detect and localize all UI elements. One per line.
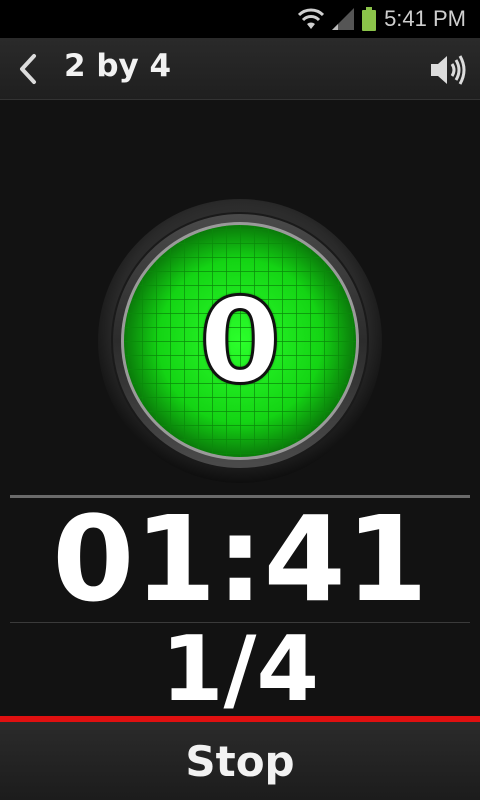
back-button[interactable] xyxy=(14,52,46,86)
speaker-icon xyxy=(431,55,466,85)
countdown-timer: 01:41 xyxy=(52,490,428,628)
sound-toggle-button[interactable] xyxy=(428,52,468,88)
chevron-left-icon xyxy=(20,54,36,84)
battery-icon xyxy=(362,7,377,31)
action-bar: 2 by 4 xyxy=(0,38,480,100)
round-progress: 1/4 xyxy=(160,616,320,722)
page-title: 2 by 4 xyxy=(64,48,172,84)
counter-indicator: 0 xyxy=(97,198,383,484)
status-bar: 5:41 PM xyxy=(0,0,480,38)
stop-button[interactable]: Stop xyxy=(0,722,480,800)
rep-counter: 0 xyxy=(197,271,282,412)
wifi-icon xyxy=(298,8,325,29)
status-time: 5:41 PM xyxy=(384,6,466,31)
signal-icon xyxy=(332,8,355,30)
